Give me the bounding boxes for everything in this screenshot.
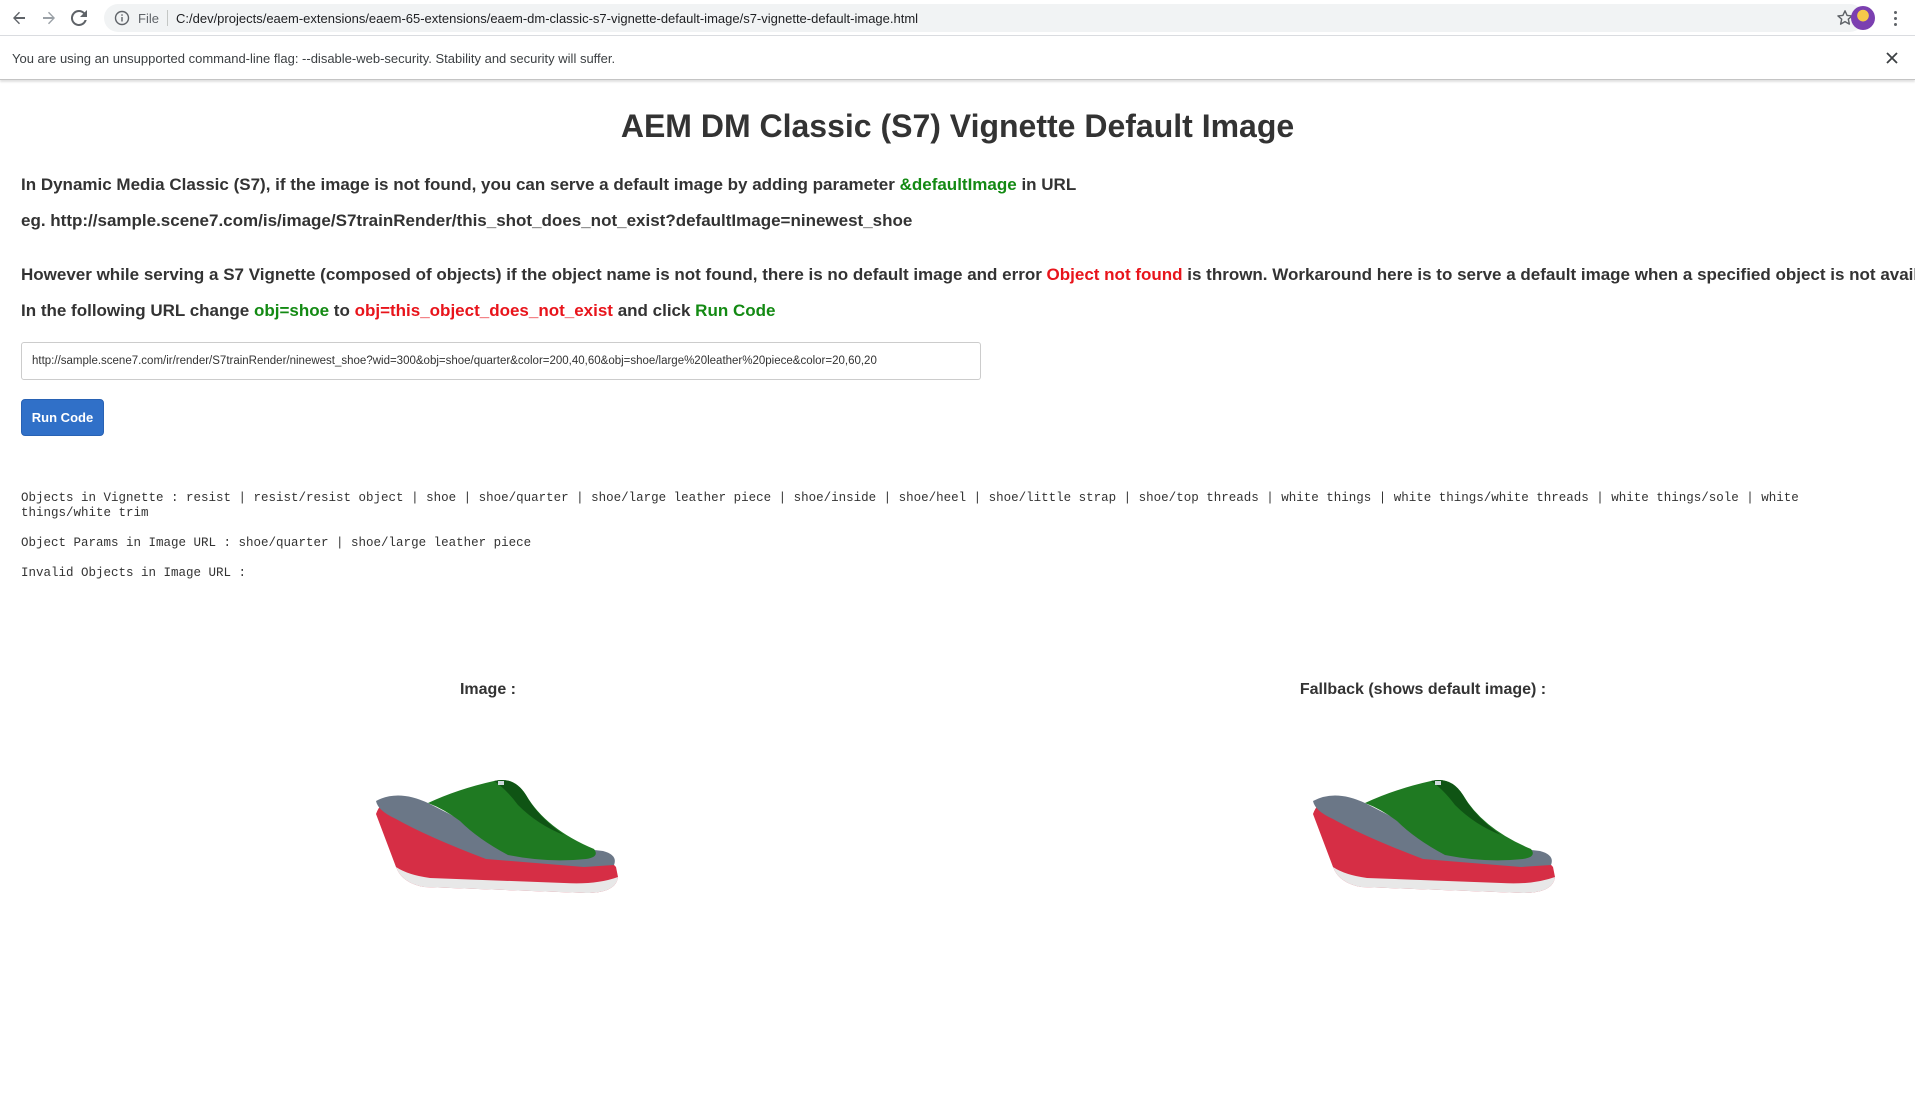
- forward-button[interactable]: [38, 7, 60, 29]
- close-icon[interactable]: [1883, 49, 1901, 67]
- forward-arrow-icon: [43, 11, 55, 25]
- intro-text: In Dynamic Media Classic (S7), if the im…: [21, 175, 1076, 195]
- reload-icon: [71, 10, 87, 26]
- default-image-param: &defaultImage: [899, 175, 1017, 194]
- invalid-objects-text: Invalid Objects in Image URL :: [21, 566, 247, 580]
- browser-menu-button[interactable]: [1885, 8, 1905, 28]
- instruction-part2: to: [329, 301, 355, 320]
- obj-from: obj=shoe: [253, 301, 330, 320]
- page-title: AEM DM Classic (S7) Vignette Default Ima…: [620, 108, 1295, 144]
- vignette-note-before: However while serving a S7 Vignette (com…: [21, 265, 1047, 284]
- instruction-text: In the following URL change obj=shoe to …: [21, 301, 775, 321]
- intro-before: In Dynamic Media Classic (S7), if the im…: [21, 175, 900, 194]
- infobar-message: You are using an unsupported command-lin…: [12, 51, 616, 66]
- back-button[interactable]: [8, 7, 30, 29]
- run-code-reference: Run Code: [695, 301, 776, 320]
- profile-avatar[interactable]: [1851, 6, 1875, 30]
- objects-in-vignette-line1: Objects in Vignette : resist | resist/re…: [21, 491, 1799, 505]
- scheme-label: File: [138, 11, 159, 26]
- address-bar[interactable]: File C:/dev/projects/eaem-extensions/eae…: [104, 4, 1864, 32]
- obj-to: obj=this_object_does_not_exist: [354, 301, 613, 320]
- run-code-button[interactable]: Run Code: [21, 399, 104, 436]
- page-content: AEM DM Classic (S7) Vignette Default Ima…: [0, 82, 1915, 1103]
- image-url-input[interactable]: [21, 342, 981, 380]
- rendered-shoe-image: [376, 779, 618, 893]
- fallback-label: Fallback (shows default image) :: [1299, 681, 1547, 698]
- objects-in-vignette-line2: things/white trim: [21, 506, 149, 520]
- instruction-part1: In the following URL change: [21, 301, 254, 320]
- object-not-found-error: Object not found: [1046, 265, 1183, 284]
- warning-infobar: You are using an unsupported command-lin…: [0, 37, 1915, 80]
- address-divider: [167, 10, 168, 26]
- vignette-note: However while serving a S7 Vignette (com…: [21, 265, 1915, 285]
- example-url-text: eg. http://sample.scene7.com/is/image/S7…: [21, 211, 913, 230]
- menu-dot-icon: [1893, 16, 1897, 20]
- object-params-text: Object Params in Image URL : shoe/quarte…: [21, 536, 532, 550]
- vignette-note-after: is thrown. Workaround here is to serve a…: [1182, 265, 1915, 284]
- intro-after: in URL: [1016, 175, 1077, 194]
- reload-button[interactable]: [68, 7, 90, 29]
- instruction-part3: and click: [612, 301, 696, 320]
- info-icon[interactable]: [114, 10, 130, 26]
- image-label: Image :: [459, 681, 516, 698]
- menu-dot-icon: [1893, 10, 1897, 14]
- browser-toolbar: File C:/dev/projects/eaem-extensions/eae…: [0, 0, 1915, 36]
- fallback-shoe-image: [1313, 779, 1555, 893]
- menu-dot-icon: [1893, 22, 1897, 26]
- address-url[interactable]: C:/dev/projects/eaem-extensions/eaem-65-…: [176, 11, 918, 26]
- back-arrow-icon: [13, 11, 25, 25]
